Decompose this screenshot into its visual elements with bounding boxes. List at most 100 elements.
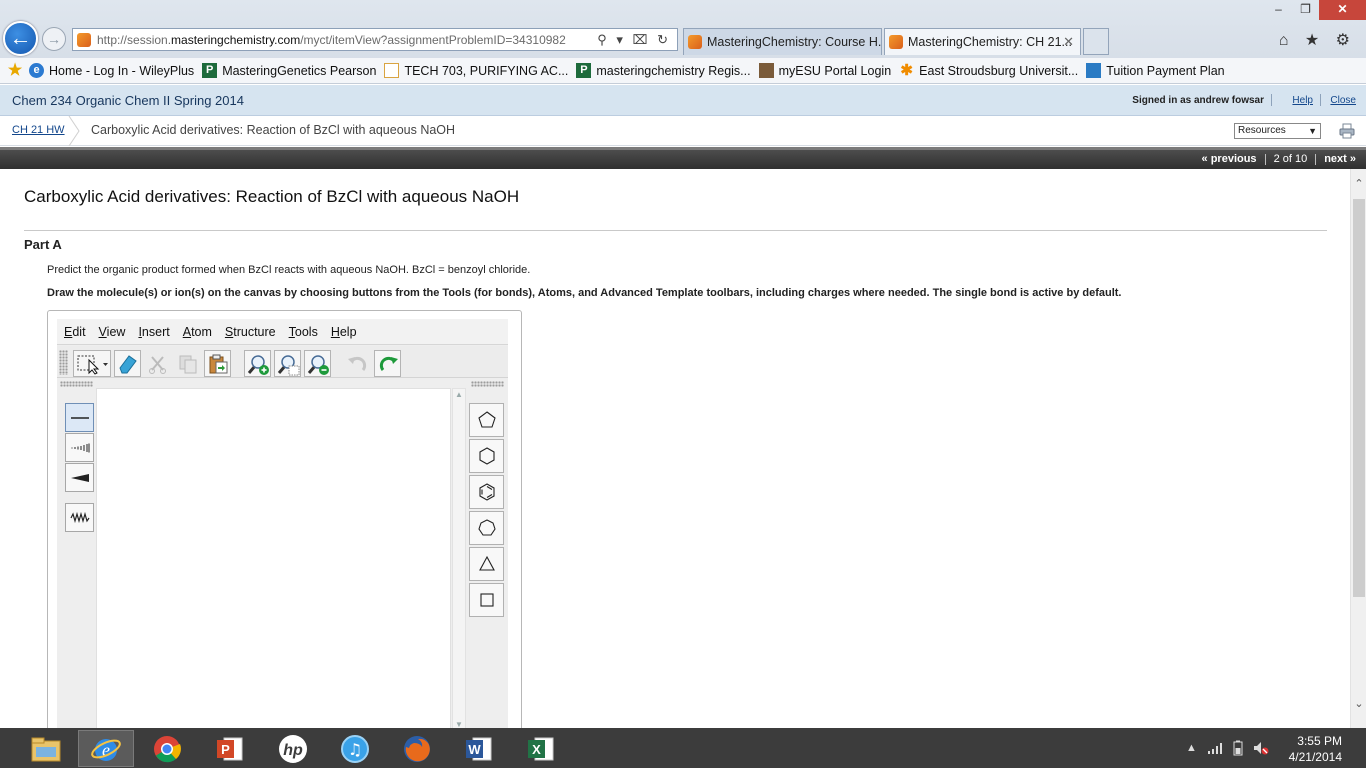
browser-tab-course-home[interactable]: MasteringChemistry: Course H...: [683, 28, 882, 55]
scroll-up-icon[interactable]: ▲: [455, 390, 463, 399]
canvas-vertical-scrollbar[interactable]: ▲ ▼: [452, 388, 466, 728]
taskbar-file-explorer[interactable]: [18, 730, 74, 767]
favorite-masteringgenetics[interactable]: P MasteringGenetics Pearson: [202, 63, 376, 78]
cyclobutane-button[interactable]: [469, 583, 504, 617]
browser-tab-ch21[interactable]: MasteringChemistry: CH 21... ✕: [884, 28, 1081, 55]
favorites-star-icon[interactable]: ★: [6, 63, 24, 79]
favorite-east-stroudsburg[interactable]: ✱ East Stroudsburg Universit...: [899, 63, 1078, 78]
cyclohexane-button[interactable]: [469, 439, 504, 473]
scroll-up-icon[interactable]: ⌃: [1351, 177, 1366, 190]
forward-button[interactable]: →: [42, 27, 66, 51]
favorite-tuition[interactable]: Tuition Payment Plan: [1086, 63, 1225, 78]
scroll-thumb[interactable]: [1353, 199, 1365, 597]
drawing-canvas[interactable]: [96, 388, 451, 728]
toolbar-grip[interactable]: [471, 381, 504, 387]
wavy-bond-button[interactable]: [65, 503, 94, 532]
toolbar-grip[interactable]: [60, 381, 93, 387]
minimize-button[interactable]: –: [1265, 0, 1292, 20]
battery-icon[interactable]: [1233, 740, 1243, 756]
close-window-button[interactable]: ✕: [1319, 0, 1366, 20]
show-hidden-icons[interactable]: ▲: [1186, 742, 1197, 754]
scroll-down-icon[interactable]: ▼: [455, 720, 463, 728]
favorite-wileyplus[interactable]: e Home - Log In - WileyPlus: [29, 63, 194, 78]
single-bond-button[interactable]: [65, 403, 94, 432]
url-text[interactable]: http://session.masteringchemistry.com/my…: [97, 33, 566, 47]
help-link[interactable]: Help: [1292, 95, 1313, 106]
back-button[interactable]: ←: [3, 21, 38, 56]
powerpoint-icon: P: [217, 737, 243, 760]
print-icon[interactable]: [1339, 123, 1355, 139]
page-counter: 2 of 10: [1273, 153, 1308, 165]
cyclopropane-button[interactable]: [469, 547, 504, 581]
taskbar-excel[interactable]: X: [513, 730, 569, 767]
favorite-masteringchemistry-register[interactable]: P masteringchemistry Regis...: [576, 63, 751, 78]
zoom-out-button[interactable]: [304, 350, 331, 377]
address-bar[interactable]: http://session.masteringchemistry.com/my…: [72, 28, 678, 51]
undo-button[interactable]: [344, 350, 371, 377]
page-scrollbar[interactable]: ⌃ ⌄: [1350, 169, 1366, 728]
menu-insert[interactable]: Insert: [138, 325, 169, 339]
tuition-icon: [1086, 63, 1102, 78]
zoom-in-button[interactable]: [244, 350, 271, 377]
page-title: Carboxylic Acid derivatives: Reaction of…: [24, 187, 520, 206]
menu-edit[interactable]: Edit: [64, 325, 86, 339]
new-tab-button[interactable]: [1083, 28, 1109, 55]
favorite-tech703[interactable]: TECH 703, PURIFYING AC...: [384, 63, 568, 78]
menu-structure[interactable]: Structure: [225, 325, 276, 339]
paste-button[interactable]: [204, 350, 231, 377]
previous-link[interactable]: « previous: [1202, 153, 1257, 165]
sketch-workspace: Edit View Insert Atom Structure Tools He…: [57, 319, 508, 728]
hashed-wedge-bond-button[interactable]: [65, 433, 94, 462]
taskbar-internet-explorer[interactable]: e: [78, 730, 134, 767]
menu-help[interactable]: Help: [331, 325, 357, 339]
menu-atom[interactable]: Atom: [183, 325, 212, 339]
divider: [1271, 94, 1272, 106]
resources-dropdown[interactable]: Resources ▼: [1234, 123, 1321, 139]
cycloheptane-button[interactable]: [469, 511, 504, 545]
next-link[interactable]: next »: [1324, 153, 1356, 165]
erase-tool-button[interactable]: [114, 350, 141, 377]
part-label[interactable]: Part A: [24, 237, 62, 252]
address-bar-icons[interactable]: ⚲ ▾ ⌧ ↻: [597, 32, 671, 48]
tab-close-icon[interactable]: ✕: [1063, 34, 1074, 50]
volume-muted-icon[interactable]: [1253, 740, 1269, 756]
square-icon: [479, 593, 494, 607]
wedge-bond-icon: [70, 473, 89, 482]
toolbar-grip[interactable]: [59, 350, 68, 375]
browser-tool-icons[interactable]: ⌂ ★ ⚙: [1279, 30, 1356, 50]
heptagon-icon: [477, 519, 496, 536]
taskbar-itunes[interactable]: ♫: [327, 730, 383, 767]
instruction-text: Draw the molecule(s) or ion(s) on the ca…: [47, 287, 1122, 299]
close-link[interactable]: Close: [1330, 95, 1356, 106]
cut-button[interactable]: [144, 350, 171, 377]
taskbar-word[interactable]: W: [451, 730, 507, 767]
wedge-bond-button[interactable]: [65, 463, 94, 492]
course-header: Chem 234 Organic Chem II Spring 2014 Sig…: [0, 85, 1366, 116]
breadcrumb-assignment-link[interactable]: CH 21 HW: [12, 124, 65, 136]
taskbar-chrome[interactable]: [139, 730, 195, 767]
divider: [1264, 153, 1266, 165]
zoom-fit-button[interactable]: [274, 350, 301, 377]
menu-view[interactable]: View: [99, 325, 126, 339]
taskbar-clock[interactable]: 3:55 PM 4/21/2014: [1289, 733, 1342, 765]
taskbar-firefox[interactable]: [389, 730, 445, 767]
scroll-down-icon[interactable]: ⌄: [1351, 697, 1366, 710]
taskbar-powerpoint[interactable]: P: [202, 730, 258, 767]
flower-icon: ✱: [900, 62, 913, 79]
system-tray: ▲: [1186, 740, 1269, 756]
taskbar-hp[interactable]: hp: [265, 730, 321, 767]
pentagon-icon: [477, 411, 496, 428]
select-tool-button[interactable]: [73, 350, 111, 377]
signal-icon[interactable]: [1207, 742, 1223, 754]
menu-tools[interactable]: Tools: [289, 325, 318, 339]
copy-button[interactable]: [174, 350, 201, 377]
benzene-button[interactable]: [469, 475, 504, 509]
favorite-myesu[interactable]: myESU Portal Login: [758, 63, 891, 78]
paste-icon: [209, 354, 227, 373]
tab-label: MasteringChemistry: CH 21...: [908, 35, 1072, 49]
problem-nav-bar: « previous 2 of 10 next »: [0, 147, 1366, 169]
redo-button[interactable]: [374, 350, 401, 377]
benzene-icon: [478, 483, 495, 501]
cyclopentane-button[interactable]: [469, 403, 504, 437]
restore-button[interactable]: ❐: [1292, 0, 1319, 20]
